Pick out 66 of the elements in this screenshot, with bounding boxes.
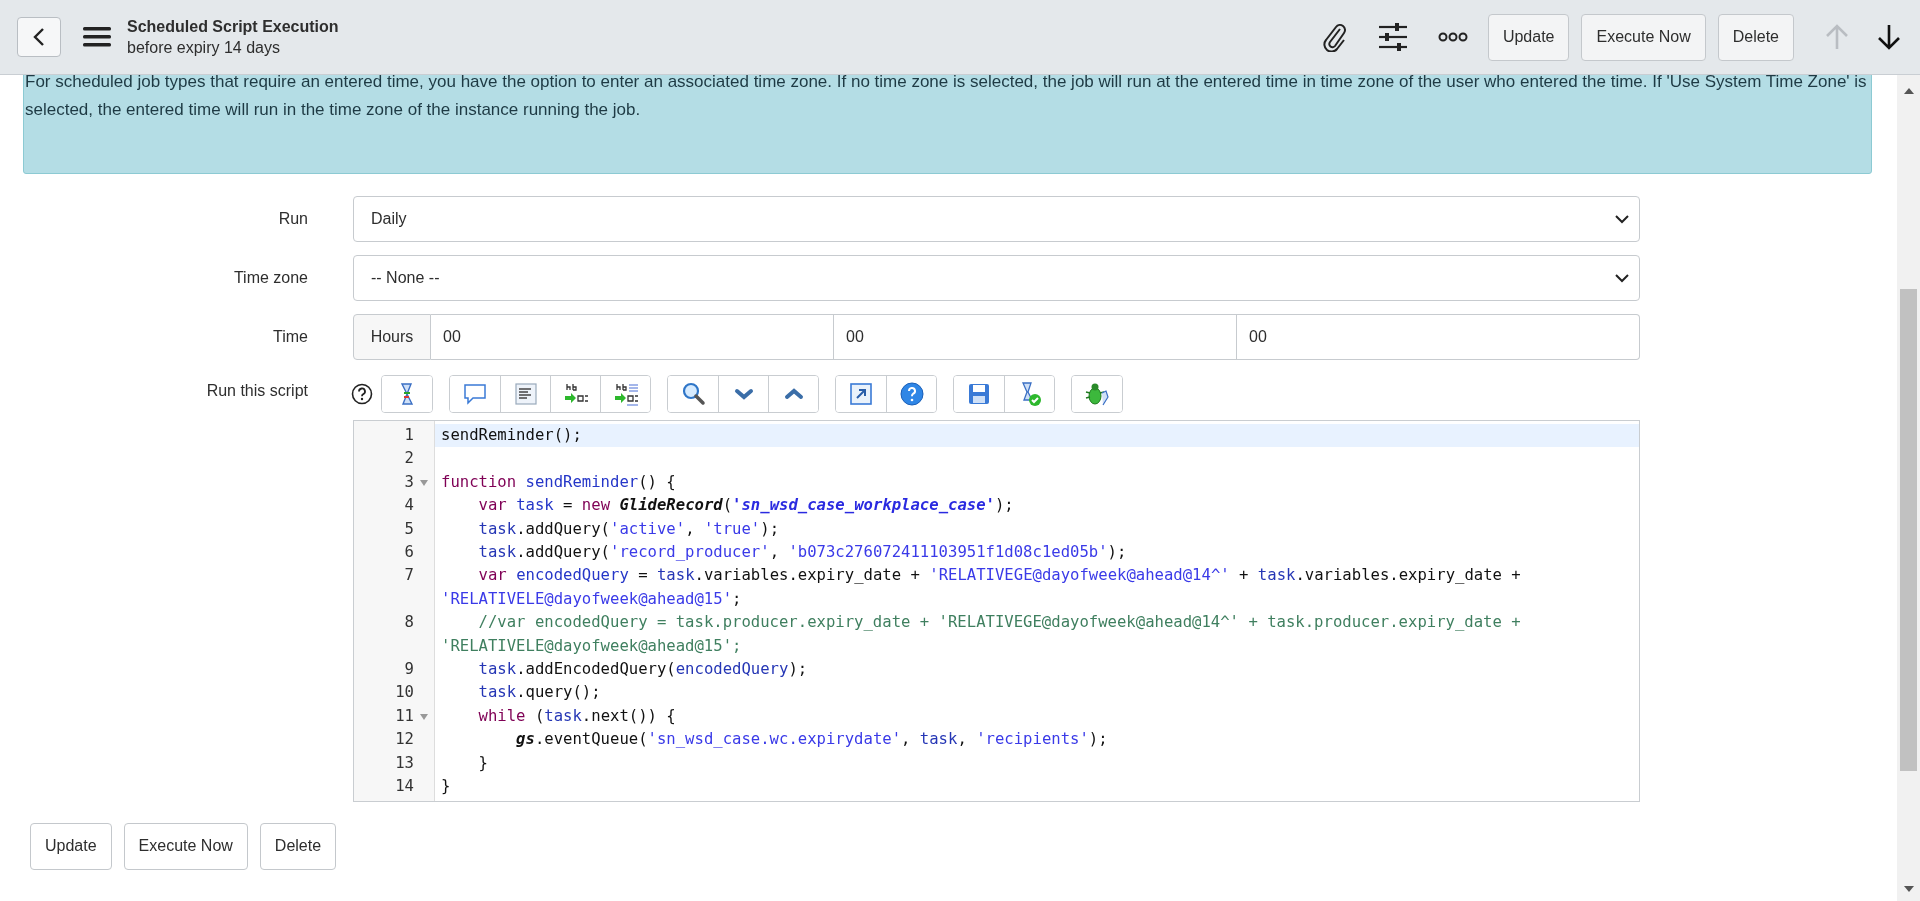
time-unit-label: Hours [353, 314, 431, 360]
chevron-down-icon [1615, 273, 1629, 283]
code-line: task.addQuery('record_producer', 'b073c276072411103951f1d08c1ed05b'); [477, 543, 1127, 562]
code-line: sendReminder(); [441, 426, 582, 444]
line-number: 5 [404, 518, 414, 540]
line-number: 12 [395, 729, 414, 751]
code-line: } [441, 777, 451, 796]
line-number: 6 [404, 542, 414, 564]
code-line: while (task.next()) { [477, 706, 676, 725]
scroll-down-icon[interactable] [1903, 885, 1914, 893]
field-label: Time zone [232, 269, 308, 287]
code-line: task.addQuery('active', 'true'); [477, 519, 780, 538]
action-button[interactable]: Execute Now [123, 822, 248, 870]
chevron-left-icon [32, 27, 46, 47]
back-button[interactable] [17, 17, 61, 57]
time-input[interactable]: 00 [431, 314, 834, 360]
line-number: 10 [395, 682, 414, 704]
code-line: //var encodedQuery = task.producer.expiry_date + 'RELATIVEGE@dayofweek@ahead@14^' + task.producer.expiry_date + 'RELATIVELE@dayofweek@ahead@15'; [441, 613, 1522, 655]
line-number: 3 [404, 471, 414, 493]
scroll-up-icon[interactable] [1903, 87, 1914, 95]
scrollbar[interactable] [1897, 75, 1920, 901]
action-button[interactable]: Delete [259, 822, 337, 870]
code-line: function sendReminder() { [441, 472, 676, 491]
line-number: 2 [404, 448, 414, 470]
time-input[interactable]: 00 [834, 314, 1237, 360]
code-line: gs.eventQueue('sn_wsd_case.wc.expirydate', task, 'recipients'); [515, 730, 1108, 749]
time-input[interactable]: 00 [1237, 314, 1640, 360]
replace-all-icon[interactable] [600, 376, 650, 412]
action-button[interactable]: Update [1487, 13, 1570, 61]
menu-icon[interactable] [83, 26, 111, 48]
line-number: 1 [404, 425, 414, 446]
chevron-down-icon [1615, 214, 1629, 224]
record-title: Scheduled Script Execution [127, 17, 339, 36]
line-number: 7 [404, 565, 414, 587]
code-line: task.addEncodedQuery(encodedQuery); [477, 660, 808, 679]
code-line: var encodedQuery = task.variables.expiry_date + 'RELATIVEGE@dayofweek@ahead@14^' + task.variables.expiry_date + 'RELATIVELE@dayofweek@ahead@15'; [441, 566, 1522, 608]
info-text: For scheduled job types that require an entered time, you have the option to enter an associated time zone. If no time zone is selected, the job will run at the entered time in time zone of the user who entered the time. If 'Use System Time Zone' is selected, the entered time will run in the time zone of the instance running the job. [25, 71, 1868, 121]
field-label: Time [272, 328, 308, 346]
action-button[interactable]: Delete [1717, 13, 1794, 61]
line-number: 4 [404, 495, 414, 517]
code-line: var task = new GlideRecord('sn_wsd_case_workplace_case'); [477, 496, 1014, 515]
fold-icon[interactable] [420, 479, 428, 486]
line-number: 14 [395, 776, 414, 798]
record-subtitle: before expiry 14 days [127, 38, 281, 57]
code-line: } [477, 753, 488, 772]
select-field[interactable]: -- None -- [353, 255, 1640, 301]
bug-icon[interactable] [1072, 376, 1122, 412]
field-label: Run this script [205, 382, 308, 400]
next-record-button[interactable] [1876, 22, 1902, 52]
settings-icon[interactable] [1377, 23, 1408, 51]
paperclip-icon[interactable] [1321, 22, 1348, 52]
line-number: 13 [395, 752, 414, 774]
chevron-up-icon[interactable] [768, 376, 818, 412]
help-icon[interactable] [351, 383, 373, 405]
line-number: 9 [404, 659, 414, 681]
fold-icon[interactable] [420, 713, 428, 720]
code-line: task.query(); [477, 683, 601, 702]
line-number: 8 [404, 612, 414, 634]
check-script-icon[interactable] [1004, 376, 1054, 412]
more-icon[interactable] [1437, 32, 1468, 42]
field-label: Run [277, 210, 308, 228]
action-button[interactable]: Update [30, 822, 112, 870]
code-editor[interactable] [353, 420, 1640, 802]
select-field[interactable]: Daily [353, 196, 1640, 242]
action-button[interactable]: Execute Now [1581, 13, 1706, 61]
line-number: 11 [395, 705, 414, 727]
